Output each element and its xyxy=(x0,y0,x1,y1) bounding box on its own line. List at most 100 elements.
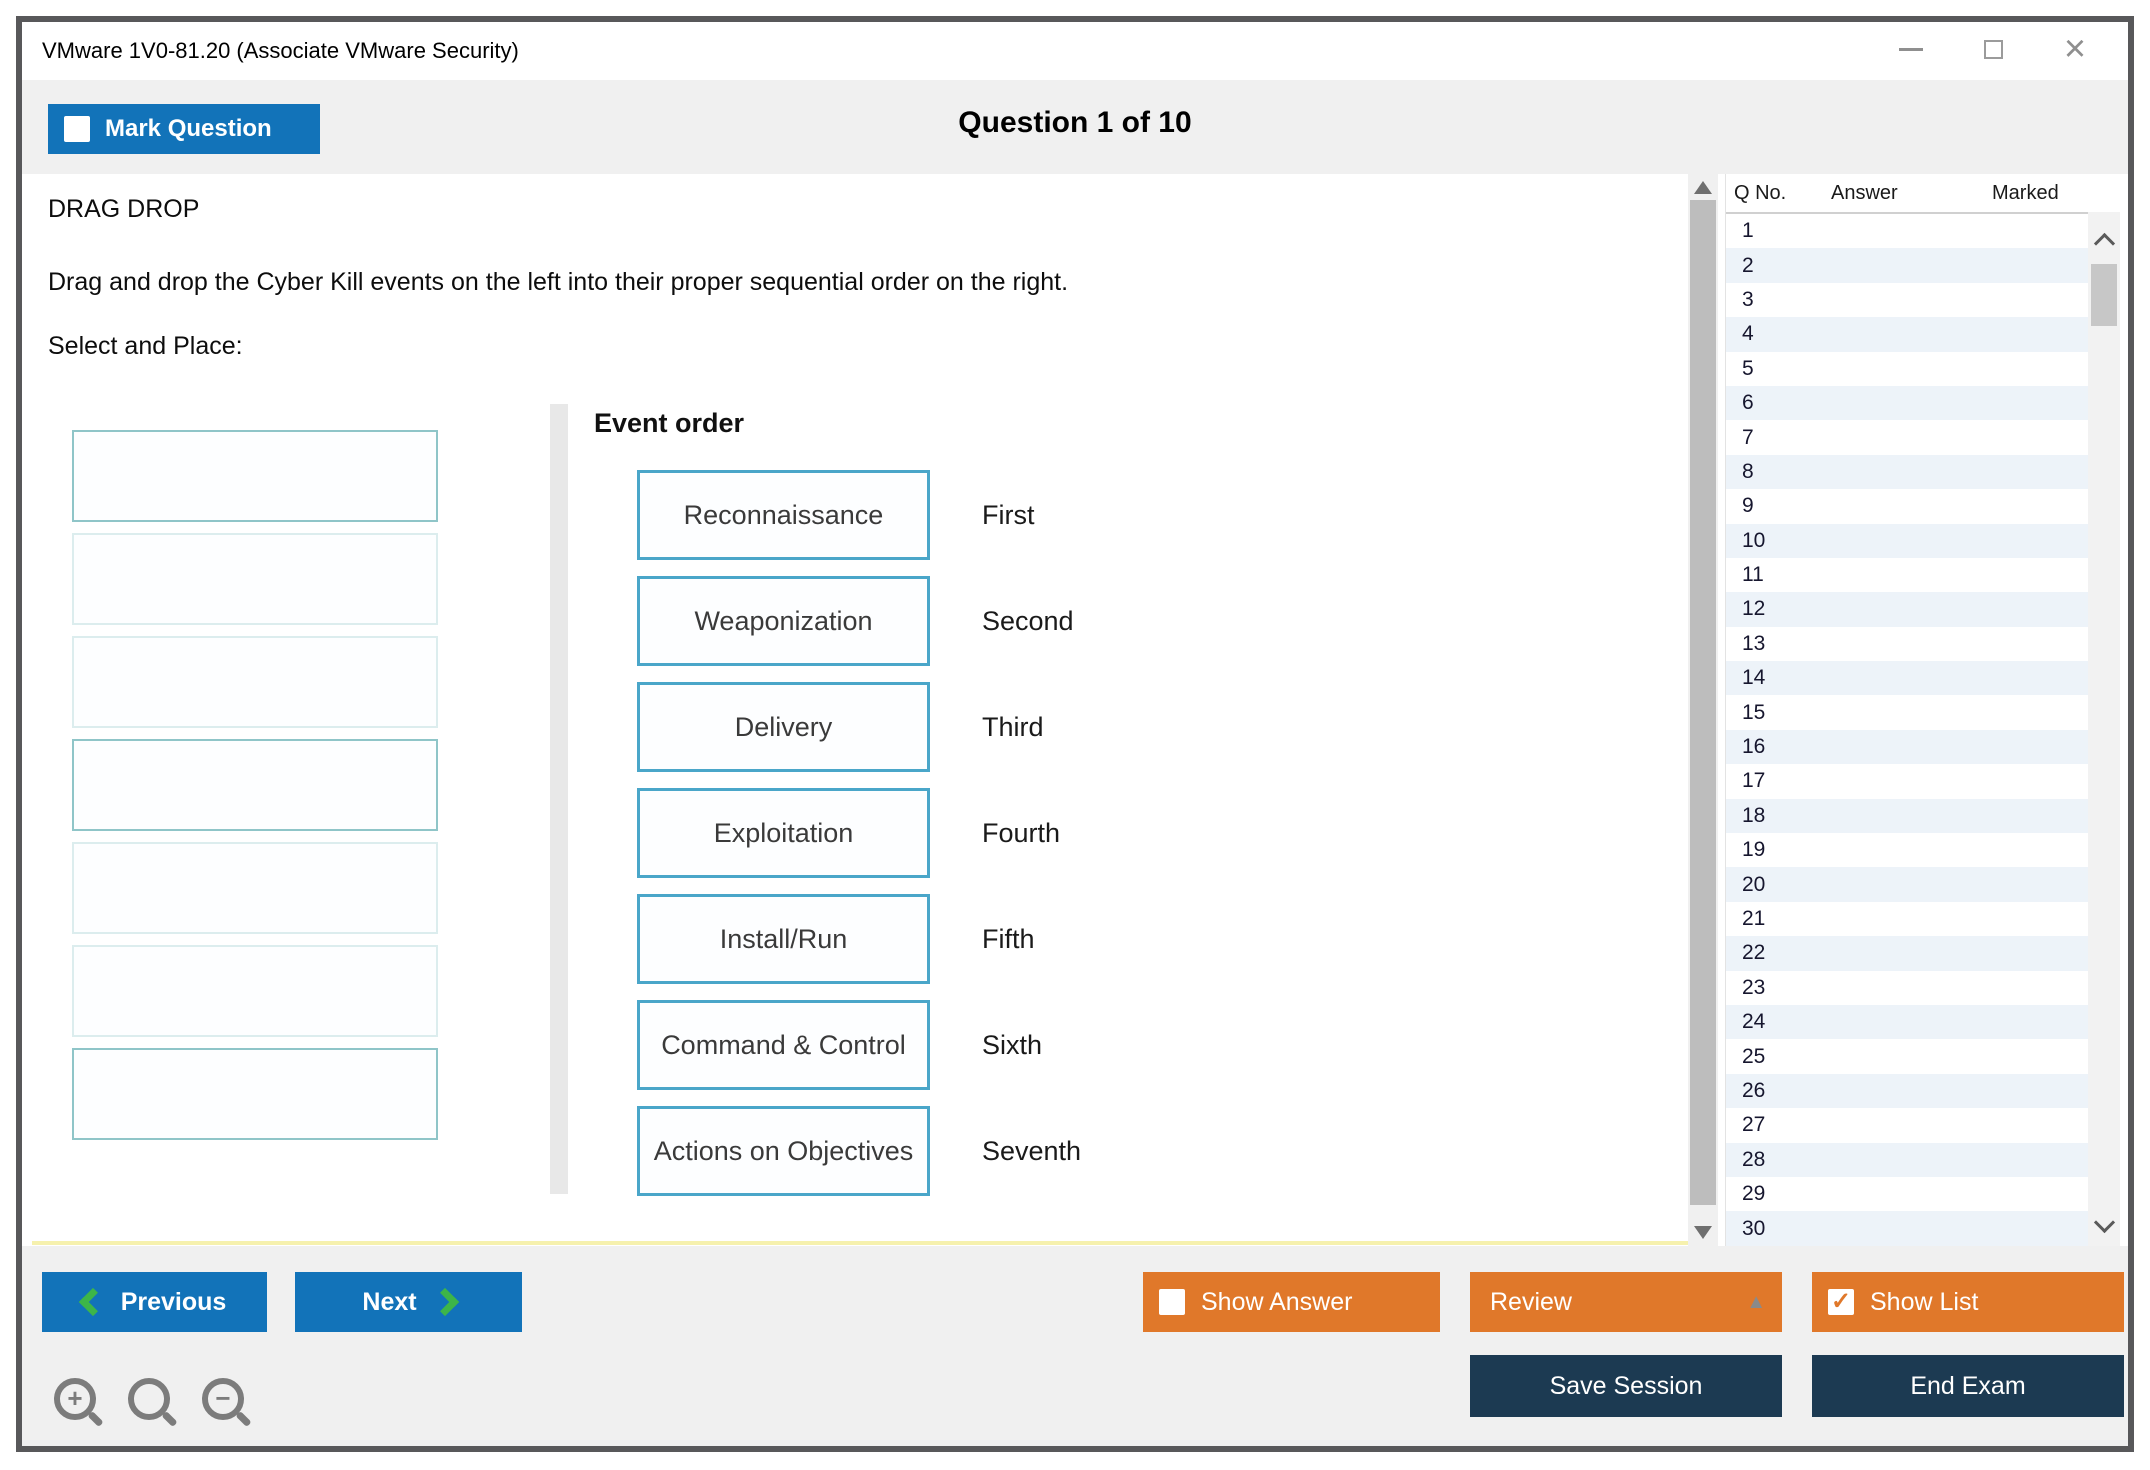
question-list-row[interactable]: 26 xyxy=(1726,1074,2089,1108)
event-row: Command & ControlSixth xyxy=(637,1000,1081,1090)
event-box[interactable]: Actions on Objectives xyxy=(637,1106,930,1196)
event-box[interactable]: Reconnaissance xyxy=(637,470,930,560)
show-answer-checkbox-icon xyxy=(1159,1289,1185,1315)
scroll-down-icon[interactable] xyxy=(2094,1212,2115,1233)
event-box[interactable]: Weaponization xyxy=(637,576,930,666)
previous-button[interactable]: Previous xyxy=(42,1272,267,1332)
ordinal-label: Third xyxy=(982,712,1044,743)
title-bar: VMware 1V0-81.20 (Associate VMware Secur… xyxy=(22,22,2128,80)
content-bottom-divider xyxy=(32,1241,1688,1245)
event-row: Delivery Third xyxy=(637,682,1081,772)
question-list-row[interactable]: 15 xyxy=(1726,695,2089,729)
magnifier-icon[interactable] xyxy=(128,1378,170,1420)
question-number: 11 xyxy=(1726,563,1764,587)
question-list-scrollbar-thumb[interactable] xyxy=(2091,264,2117,326)
content-scrollbar[interactable] xyxy=(1688,174,1718,1246)
drag-source-slot[interactable] xyxy=(72,1048,438,1140)
scroll-down-icon[interactable] xyxy=(1694,1226,1712,1239)
window-title: VMware 1V0-81.20 (Associate VMware Secur… xyxy=(42,38,519,64)
save-session-button[interactable]: Save Session xyxy=(1470,1355,1782,1417)
scroll-up-icon[interactable] xyxy=(1694,181,1712,194)
question-list-row[interactable]: 9 xyxy=(1726,489,2089,523)
question-list-row[interactable]: 23 xyxy=(1726,971,2089,1005)
question-list-row[interactable]: 20 xyxy=(1726,867,2089,901)
end-exam-button[interactable]: End Exam xyxy=(1812,1355,2124,1417)
question-instruction: Drag and drop the Cyber Kill events on t… xyxy=(48,268,1068,297)
question-list-row[interactable]: 19 xyxy=(1726,833,2089,867)
minus-icon: − xyxy=(215,1385,230,1411)
question-list-row[interactable]: 5 xyxy=(1726,352,2089,386)
review-button[interactable]: Review ▲ xyxy=(1470,1272,1782,1332)
question-list-row[interactable]: 18 xyxy=(1726,799,2089,833)
maximize-icon xyxy=(1984,40,2003,59)
chevron-right-icon xyxy=(430,1288,458,1316)
question-list-row[interactable]: 14 xyxy=(1726,661,2089,695)
drag-source-slot[interactable] xyxy=(72,636,438,728)
maximize-button[interactable] xyxy=(1980,36,2006,62)
question-list-row[interactable]: 10 xyxy=(1726,524,2089,558)
question-number: 13 xyxy=(1726,632,1765,656)
question-list-row[interactable]: 3 xyxy=(1726,283,2089,317)
event-box[interactable]: Command & Control xyxy=(637,1000,930,1090)
show-answer-button[interactable]: Show Answer xyxy=(1143,1272,1440,1332)
drag-source-slot[interactable] xyxy=(72,842,438,934)
app-window: VMware 1V0-81.20 (Associate VMware Secur… xyxy=(16,16,2134,1452)
question-list-row[interactable]: 16 xyxy=(1726,730,2089,764)
next-button[interactable]: Next xyxy=(295,1272,522,1332)
drag-source-slot[interactable] xyxy=(72,739,438,831)
question-number: 10 xyxy=(1726,529,1765,553)
question-number: 17 xyxy=(1726,769,1765,793)
ordinal-label: Fifth xyxy=(982,924,1035,955)
show-answer-label: Show Answer xyxy=(1201,1288,1352,1317)
question-list-row[interactable]: 7 xyxy=(1726,420,2089,454)
question-list-row[interactable]: 2 xyxy=(1726,248,2089,282)
question-number: 28 xyxy=(1726,1148,1765,1172)
previous-label: Previous xyxy=(121,1288,227,1317)
show-list-button[interactable]: ✓ Show List xyxy=(1812,1272,2124,1332)
event-box[interactable]: Exploitation xyxy=(637,788,930,878)
question-number: 4 xyxy=(1726,322,1754,346)
show-list-checkbox-icon: ✓ xyxy=(1828,1289,1854,1315)
event-row: WeaponizationSecond xyxy=(637,576,1081,666)
column-marked: Marked xyxy=(1981,182,2120,205)
event-box[interactable]: Delivery xyxy=(637,682,930,772)
zoom-in-icon[interactable]: + xyxy=(54,1378,96,1420)
question-list-row[interactable]: 28 xyxy=(1726,1143,2089,1177)
event-box[interactable]: Install/Run xyxy=(637,894,930,984)
question-list-scrollbar[interactable] xyxy=(2088,212,2120,1246)
close-button[interactable]: × xyxy=(2062,36,2088,62)
question-number: 23 xyxy=(1726,976,1765,1000)
question-list-row[interactable]: 12 xyxy=(1726,592,2089,626)
question-list-row[interactable]: 25 xyxy=(1726,1039,2089,1073)
question-list-row[interactable]: 29 xyxy=(1726,1177,2089,1211)
scroll-up-icon[interactable] xyxy=(2094,233,2115,254)
question-number: 24 xyxy=(1726,1010,1765,1034)
drag-source-slot[interactable] xyxy=(72,945,438,1037)
question-list-row[interactable]: 1 xyxy=(1726,214,2089,248)
ordinal-label: Fourth xyxy=(982,818,1060,849)
question-list-row[interactable]: 24 xyxy=(1726,1005,2089,1039)
question-number: 14 xyxy=(1726,666,1765,690)
question-list-row[interactable]: 13 xyxy=(1726,627,2089,661)
question-list-row[interactable]: 6 xyxy=(1726,386,2089,420)
question-list-row[interactable]: 30 xyxy=(1726,1211,2089,1245)
event-label: Reconnaissance xyxy=(684,500,884,531)
question-list-row[interactable]: 17 xyxy=(1726,764,2089,798)
content-scrollbar-thumb[interactable] xyxy=(1690,200,1716,1205)
question-list-row[interactable]: 21 xyxy=(1726,902,2089,936)
zoom-out-icon[interactable]: − xyxy=(202,1378,244,1420)
event-label: Command & Control xyxy=(661,1030,906,1061)
question-list-row[interactable]: 8 xyxy=(1726,455,2089,489)
question-list-row[interactable]: 22 xyxy=(1726,936,2089,970)
event-rows: ReconnaissanceFirst WeaponizationSecond De… xyxy=(637,470,1081,1212)
question-number: 25 xyxy=(1726,1045,1765,1069)
question-list-row[interactable]: 11 xyxy=(1726,558,2089,592)
question-list-row[interactable]: 27 xyxy=(1726,1108,2089,1142)
event-row: ReconnaissanceFirst xyxy=(637,470,1081,560)
question-number: 20 xyxy=(1726,873,1765,897)
drag-source-slot[interactable] xyxy=(72,430,438,522)
minimize-button[interactable] xyxy=(1898,36,1924,62)
zoom-controls: + − xyxy=(54,1378,244,1420)
question-list-row[interactable]: 4 xyxy=(1726,317,2089,351)
drag-source-slot[interactable] xyxy=(72,533,438,625)
